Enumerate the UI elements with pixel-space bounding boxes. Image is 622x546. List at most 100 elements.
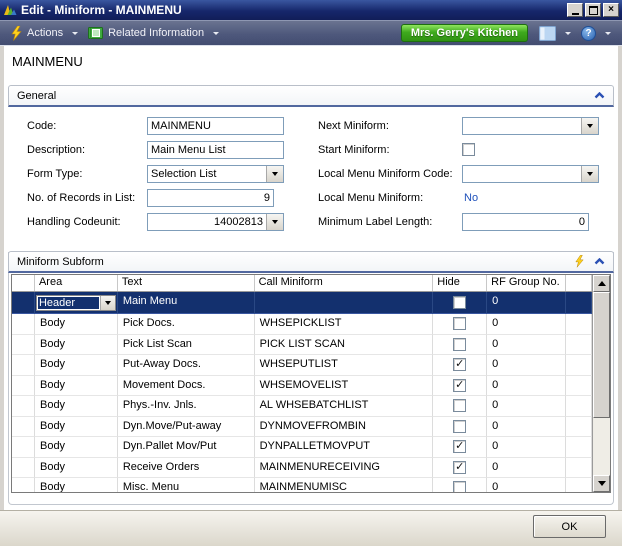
table-row[interactable]: Header Main Menu 0 (12, 292, 593, 314)
table-row[interactable]: Body Pick Docs. WHSEPICKLIST 0 (12, 314, 592, 335)
start-miniform-checkbox[interactable] (462, 143, 475, 156)
dropdown-button[interactable] (581, 166, 598, 182)
col-header-call-miniform[interactable]: Call Miniform (255, 275, 434, 291)
company-button[interactable]: Mrs. Gerry's Kitchen (400, 24, 528, 42)
maximize-button[interactable] (585, 3, 601, 17)
title-bar[interactable]: Edit - Miniform - MAINMENU × (0, 0, 622, 20)
cell-hide[interactable]: ✓ (433, 437, 488, 458)
scroll-up-button[interactable] (593, 275, 610, 292)
cell-call-miniform[interactable] (254, 292, 434, 314)
cell-rf-group-no[interactable]: 0 (487, 292, 567, 314)
hide-checkbox[interactable] (453, 337, 467, 351)
hide-checkbox[interactable]: ✓ (453, 378, 467, 392)
cell-rf-group-no[interactable]: 0 (487, 355, 567, 376)
table-row[interactable]: Body Phys.-Inv. Jnls. AL WHSEBATCHLIST 0 (12, 396, 592, 417)
dropdown-button[interactable] (581, 118, 598, 134)
cell-text[interactable]: Pick Docs. (117, 314, 255, 335)
cell-rf-group-no[interactable]: 0 (487, 396, 567, 417)
row-selector[interactable] (12, 375, 35, 396)
cell-call-miniform[interactable]: PICK LIST SCAN (254, 334, 434, 355)
row-selector[interactable] (12, 457, 35, 478)
cell-hide[interactable] (433, 292, 488, 314)
minimize-button[interactable] (567, 3, 583, 17)
next-miniform-field[interactable] (463, 118, 581, 134)
cell-text[interactable]: Main Menu (117, 292, 255, 314)
cell-text[interactable]: Put-Away Docs. (117, 355, 255, 376)
row-selector[interactable] (12, 478, 35, 492)
help-button[interactable]: ? (576, 24, 616, 43)
notes-button[interactable] (534, 24, 576, 43)
hide-checkbox[interactable] (453, 399, 467, 413)
cell-text[interactable]: Pick List Scan (117, 334, 255, 355)
cell-rf-group-no[interactable]: 0 (487, 416, 567, 437)
no-of-records-in-list-field[interactable] (147, 189, 274, 207)
cell-area[interactable]: Body (35, 478, 118, 492)
row-selector[interactable] (12, 292, 35, 314)
hide-checkbox[interactable] (453, 317, 467, 331)
handling-codeunit-combobox[interactable] (147, 213, 284, 231)
cell-text[interactable]: Dyn.Pallet Mov/Put (117, 437, 255, 458)
subform-section-header[interactable]: Miniform Subform (8, 251, 614, 273)
subform-actions-lightning-icon[interactable] (575, 255, 584, 268)
local-menu-miniform-code-field[interactable] (463, 166, 581, 182)
vertical-scrollbar[interactable] (592, 275, 610, 492)
hide-checkbox[interactable]: ✓ (453, 460, 467, 474)
table-row[interactable]: Body Misc. Menu MAINMENUMISC 0 (12, 478, 592, 492)
row-selector[interactable] (12, 437, 35, 458)
cell-area[interactable]: Body (34, 375, 118, 396)
cell-text[interactable]: Receive Orders (117, 457, 255, 478)
col-header-selector[interactable] (12, 275, 35, 291)
cell-call-miniform[interactable]: AL WHSEBATCHLIST (254, 396, 434, 417)
cell-call-miniform[interactable]: WHSEMOVELIST (254, 375, 434, 396)
col-header-text[interactable]: Text (118, 275, 255, 291)
row-selector[interactable] (12, 416, 35, 437)
cell-call-miniform[interactable]: MAINMENUMISC (255, 478, 434, 492)
cell-rf-group-no[interactable]: 0 (487, 457, 567, 478)
row-selector[interactable] (12, 355, 35, 376)
ok-button[interactable]: OK (533, 515, 606, 538)
hide-checkbox[interactable]: ✓ (453, 358, 467, 372)
cell-hide[interactable]: ✓ (433, 375, 488, 396)
table-row[interactable]: Body Pick List Scan PICK LIST SCAN 0 (12, 334, 592, 355)
cell-rf-group-no[interactable]: 0 (487, 375, 567, 396)
cell-hide[interactable] (433, 396, 488, 417)
description-field[interactable] (147, 141, 284, 159)
cell-hide[interactable] (433, 314, 488, 335)
cell-text[interactable]: Movement Docs. (117, 375, 255, 396)
cell-rf-group-no[interactable]: 0 (487, 437, 567, 458)
local-menu-miniform-code-combobox[interactable] (462, 165, 599, 183)
handling-codeunit-field[interactable] (148, 214, 266, 230)
related-information-menu-button[interactable]: Related Information (83, 24, 224, 42)
cell-hide[interactable] (433, 334, 488, 355)
col-header-hide[interactable]: Hide (433, 275, 488, 291)
general-section-header[interactable]: General (8, 85, 614, 107)
cell-area[interactable]: Header (34, 292, 118, 314)
cell-area[interactable]: Body (34, 437, 118, 458)
minimum-label-length-field[interactable] (462, 213, 589, 231)
hide-checkbox[interactable] (453, 481, 467, 492)
row-selector[interactable] (12, 314, 35, 335)
collapse-chevron-icon[interactable] (594, 258, 605, 265)
cell-area[interactable]: Body (34, 334, 118, 355)
cell-text[interactable]: Misc. Menu (118, 478, 255, 492)
cell-call-miniform[interactable]: DYNPALLETMOVPUT (254, 437, 434, 458)
cell-rf-group-no[interactable]: 0 (487, 314, 567, 335)
collapse-chevron-icon[interactable] (594, 92, 605, 99)
col-header-rf-group-no-[interactable]: RF Group No. (487, 275, 567, 291)
scrollbar-thumb[interactable] (593, 292, 610, 418)
cell-text[interactable]: Phys.-Inv. Jnls. (117, 396, 255, 417)
dropdown-button[interactable] (266, 166, 283, 182)
cell-call-miniform[interactable]: WHSEPICKLIST (254, 314, 434, 335)
row-selector[interactable] (12, 396, 35, 417)
cell-call-miniform[interactable]: MAINMENURECEIVING (254, 457, 434, 478)
row-selector[interactable] (12, 334, 35, 355)
cell-hide[interactable] (433, 416, 488, 437)
next-miniform-combobox[interactable] (462, 117, 599, 135)
cell-hide[interactable]: ✓ (433, 457, 488, 478)
cell-call-miniform[interactable]: DYNMOVEFROMBIN (254, 416, 434, 437)
cell-area[interactable]: Body (34, 314, 118, 335)
form-type-field[interactable] (148, 166, 266, 182)
table-row[interactable]: Body Movement Docs. WHSEMOVELIST ✓ 0 (12, 375, 592, 396)
table-row[interactable]: Body Receive Orders MAINMENURECEIVING ✓ 0 (12, 457, 592, 478)
cell-hide[interactable] (433, 478, 488, 492)
